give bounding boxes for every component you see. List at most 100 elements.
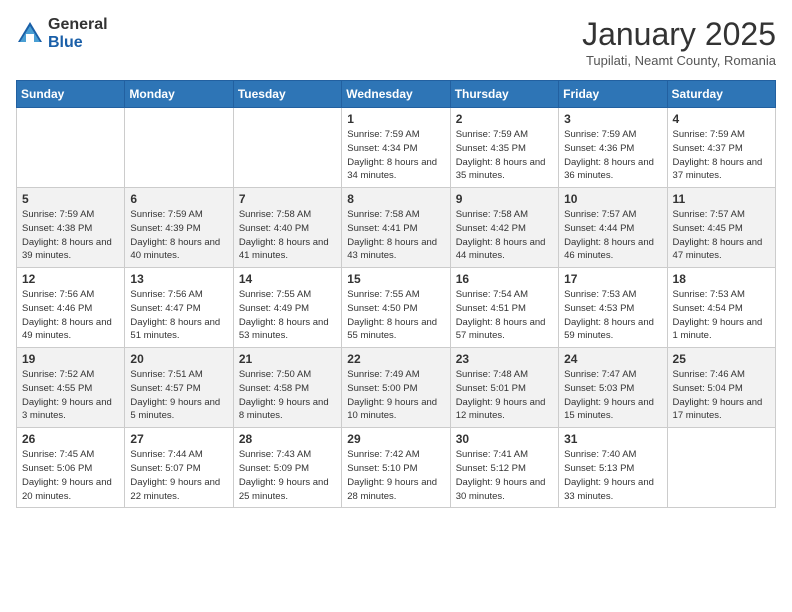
- calendar-cell: 28 Sunrise: 7:43 AM Sunset: 5:09 PM Dayli…: [233, 428, 341, 508]
- calendar-cell: 25 Sunrise: 7:46 AM Sunset: 5:04 PM Dayli…: [667, 348, 775, 428]
- day-info: Sunrise: 7:52 AM Sunset: 4:55 PM Dayligh…: [22, 368, 119, 423]
- day-number: 7: [239, 192, 336, 206]
- day-info: Sunrise: 7:58 AM Sunset: 4:42 PM Dayligh…: [456, 208, 553, 263]
- day-number: 19: [22, 352, 119, 366]
- day-number: 27: [130, 432, 227, 446]
- calendar-cell: 1 Sunrise: 7:59 AM Sunset: 4:34 PM Daylig…: [342, 108, 450, 188]
- day-number: 1: [347, 112, 444, 126]
- calendar-cell: 10Sunrise: 7:57 AM Sunset: 4:44 PM Dayli…: [559, 188, 667, 268]
- day-number: 16: [456, 272, 553, 286]
- day-info: Sunrise: 7:56 AM Sunset: 4:47 PM Dayligh…: [130, 288, 227, 343]
- calendar-cell: [17, 108, 125, 188]
- location-subtitle: Tupilati, Neamt County, Romania: [582, 53, 776, 68]
- calendar-week-1: 1 Sunrise: 7:59 AM Sunset: 4:34 PM Daylig…: [17, 108, 776, 188]
- day-number: 3: [564, 112, 661, 126]
- calendar-cell: 3 Sunrise: 7:59 AM Sunset: 4:36 PM Daylig…: [559, 108, 667, 188]
- day-info: Sunrise: 7:59 AM Sunset: 4:36 PM Dayligh…: [564, 128, 661, 183]
- day-number: 12: [22, 272, 119, 286]
- day-info: Sunrise: 7:58 AM Sunset: 4:40 PM Dayligh…: [239, 208, 336, 263]
- day-info: Sunrise: 7:42 AM Sunset: 5:10 PM Dayligh…: [347, 448, 444, 503]
- day-number: 22: [347, 352, 444, 366]
- calendar-week-4: 19 Sunrise: 7:52 AM Sunset: 4:55 PM Dayli…: [17, 348, 776, 428]
- calendar-cell: 27 Sunrise: 7:44 AM Sunset: 5:07 PM Dayli…: [125, 428, 233, 508]
- calendar-cell: 4Sunrise: 7:59 AM Sunset: 4:37 PM Daylig…: [667, 108, 775, 188]
- day-number: 31: [564, 432, 661, 446]
- calendar-cell: 5 Sunrise: 7:59 AM Sunset: 4:38 PM Daylig…: [17, 188, 125, 268]
- calendar-cell: 31 Sunrise: 7:40 AM Sunset: 5:13 PM Dayli…: [559, 428, 667, 508]
- day-info: Sunrise: 7:57 AM Sunset: 4:44 PM Dayligh…: [564, 208, 661, 263]
- day-info: Sunrise: 7:59 AM Sunset: 4:35 PM Dayligh…: [456, 128, 553, 183]
- page-header: General Blue January 2025 Tupilati, Neam…: [16, 16, 776, 68]
- logo-blue-text: Blue: [48, 34, 108, 52]
- calendar-cell: 15Sunrise: 7:55 AM Sunset: 4:50 PM Dayli…: [342, 268, 450, 348]
- calendar-cell: 30 Sunrise: 7:41 AM Sunset: 5:12 PM Dayli…: [450, 428, 558, 508]
- calendar-cell: 22 Sunrise: 7:49 AM Sunset: 5:00 PM Dayli…: [342, 348, 450, 428]
- day-header-tuesday: Tuesday: [233, 81, 341, 108]
- logo-icon: [16, 20, 44, 48]
- logo: General Blue: [16, 16, 108, 51]
- day-info: Sunrise: 7:47 AM Sunset: 5:03 PM Dayligh…: [564, 368, 661, 423]
- day-number: 13: [130, 272, 227, 286]
- calendar-cell: 19 Sunrise: 7:52 AM Sunset: 4:55 PM Dayli…: [17, 348, 125, 428]
- day-info: Sunrise: 7:59 AM Sunset: 4:34 PM Dayligh…: [347, 128, 444, 183]
- calendar-cell: 18 Sunrise: 7:53 AM Sunset: 4:54 PM Dayli…: [667, 268, 775, 348]
- day-number: 20: [130, 352, 227, 366]
- day-number: 8: [347, 192, 444, 206]
- day-number: 30: [456, 432, 553, 446]
- calendar-cell: 11 Sunrise: 7:57 AM Sunset: 4:45 PM Dayli…: [667, 188, 775, 268]
- calendar-cell: 17 Sunrise: 7:53 AM Sunset: 4:53 PM Dayli…: [559, 268, 667, 348]
- day-number: 29: [347, 432, 444, 446]
- calendar-cell: 6Sunrise: 7:59 AM Sunset: 4:39 PM Daylig…: [125, 188, 233, 268]
- calendar-cell: 29 Sunrise: 7:42 AM Sunset: 5:10 PM Dayli…: [342, 428, 450, 508]
- day-info: Sunrise: 7:53 AM Sunset: 4:53 PM Dayligh…: [564, 288, 661, 343]
- calendar-cell: 26Sunrise: 7:45 AM Sunset: 5:06 PM Dayli…: [17, 428, 125, 508]
- calendar-cell: [125, 108, 233, 188]
- day-info: Sunrise: 7:49 AM Sunset: 5:00 PM Dayligh…: [347, 368, 444, 423]
- calendar-week-2: 5 Sunrise: 7:59 AM Sunset: 4:38 PM Daylig…: [17, 188, 776, 268]
- calendar-cell: [233, 108, 341, 188]
- day-info: Sunrise: 7:59 AM Sunset: 4:39 PM Dayligh…: [130, 208, 227, 263]
- day-info: Sunrise: 7:54 AM Sunset: 4:51 PM Dayligh…: [456, 288, 553, 343]
- calendar-cell: 16 Sunrise: 7:54 AM Sunset: 4:51 PM Dayli…: [450, 268, 558, 348]
- title-block: January 2025 Tupilati, Neamt County, Rom…: [582, 16, 776, 68]
- calendar-cell: 24 Sunrise: 7:47 AM Sunset: 5:03 PM Dayli…: [559, 348, 667, 428]
- day-info: Sunrise: 7:43 AM Sunset: 5:09 PM Dayligh…: [239, 448, 336, 503]
- day-info: Sunrise: 7:40 AM Sunset: 5:13 PM Dayligh…: [564, 448, 661, 503]
- day-header-sunday: Sunday: [17, 81, 125, 108]
- day-number: 17: [564, 272, 661, 286]
- calendar-header-row: SundayMondayTuesdayWednesdayThursdayFrid…: [17, 81, 776, 108]
- month-title: January 2025: [582, 16, 776, 53]
- day-number: 21: [239, 352, 336, 366]
- calendar-table: SundayMondayTuesdayWednesdayThursdayFrid…: [16, 80, 776, 508]
- day-info: Sunrise: 7:41 AM Sunset: 5:12 PM Dayligh…: [456, 448, 553, 503]
- calendar-cell: 23Sunrise: 7:48 AM Sunset: 5:01 PM Dayli…: [450, 348, 558, 428]
- day-info: Sunrise: 7:59 AM Sunset: 4:38 PM Dayligh…: [22, 208, 119, 263]
- calendar-week-3: 12Sunrise: 7:56 AM Sunset: 4:46 PM Dayli…: [17, 268, 776, 348]
- day-number: 18: [673, 272, 770, 286]
- calendar-cell: 2Sunrise: 7:59 AM Sunset: 4:35 PM Daylig…: [450, 108, 558, 188]
- day-info: Sunrise: 7:53 AM Sunset: 4:54 PM Dayligh…: [673, 288, 770, 343]
- day-number: 9: [456, 192, 553, 206]
- calendar-cell: 14 Sunrise: 7:55 AM Sunset: 4:49 PM Dayli…: [233, 268, 341, 348]
- calendar-cell: 12Sunrise: 7:56 AM Sunset: 4:46 PM Dayli…: [17, 268, 125, 348]
- calendar-cell: 7 Sunrise: 7:58 AM Sunset: 4:40 PM Daylig…: [233, 188, 341, 268]
- day-number: 11: [673, 192, 770, 206]
- day-number: 25: [673, 352, 770, 366]
- day-number: 14: [239, 272, 336, 286]
- calendar-cell: 9 Sunrise: 7:58 AM Sunset: 4:42 PM Daylig…: [450, 188, 558, 268]
- day-number: 5: [22, 192, 119, 206]
- calendar-cell: [667, 428, 775, 508]
- day-info: Sunrise: 7:46 AM Sunset: 5:04 PM Dayligh…: [673, 368, 770, 423]
- day-header-thursday: Thursday: [450, 81, 558, 108]
- day-number: 26: [22, 432, 119, 446]
- day-header-monday: Monday: [125, 81, 233, 108]
- day-number: 28: [239, 432, 336, 446]
- calendar-week-5: 26Sunrise: 7:45 AM Sunset: 5:06 PM Dayli…: [17, 428, 776, 508]
- day-info: Sunrise: 7:44 AM Sunset: 5:07 PM Dayligh…: [130, 448, 227, 503]
- day-info: Sunrise: 7:55 AM Sunset: 4:49 PM Dayligh…: [239, 288, 336, 343]
- calendar-cell: 20Sunrise: 7:51 AM Sunset: 4:57 PM Dayli…: [125, 348, 233, 428]
- day-number: 24: [564, 352, 661, 366]
- day-info: Sunrise: 7:57 AM Sunset: 4:45 PM Dayligh…: [673, 208, 770, 263]
- calendar-cell: 8Sunrise: 7:58 AM Sunset: 4:41 PM Daylig…: [342, 188, 450, 268]
- day-header-wednesday: Wednesday: [342, 81, 450, 108]
